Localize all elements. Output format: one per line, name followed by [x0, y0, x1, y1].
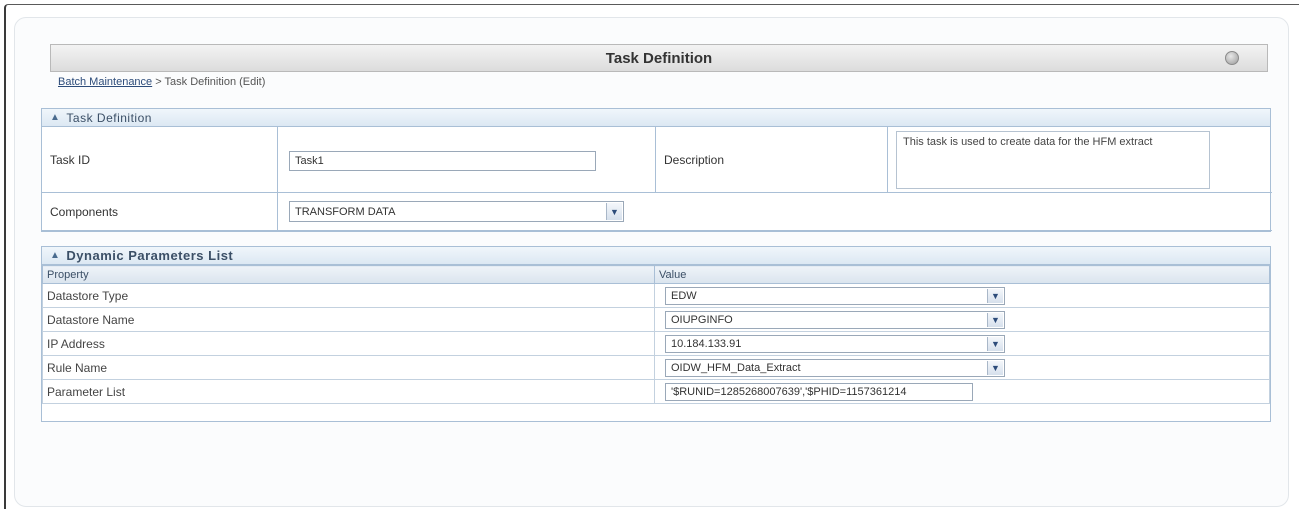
dynamic-parameters-section-header[interactable]: ▲ Dynamic Parameters List: [42, 247, 1270, 265]
breadcrumb-link-batch-maintenance[interactable]: Batch Maintenance: [58, 76, 152, 88]
value-cell: OIDW_HFM_Data_Extract ▼: [654, 355, 1270, 380]
task-definition-grid: Task ID Description This task is used to…: [42, 127, 1272, 231]
chevron-down-icon[interactable]: ▼: [987, 360, 1003, 375]
page-header: Task Definition: [50, 44, 1268, 72]
property-cell: Datastore Name: [42, 307, 655, 332]
components-select[interactable]: TRANSFORM DATA ▼: [289, 201, 624, 222]
components-label: Components: [42, 193, 278, 231]
task-id-input[interactable]: [289, 151, 596, 171]
property-cell: Rule Name: [42, 355, 655, 380]
chevron-down-icon[interactable]: ▼: [606, 203, 622, 220]
collapse-icon[interactable]: ▲: [50, 250, 60, 261]
task-definition-section-header[interactable]: ▲ Task Definition: [42, 109, 1270, 127]
value-cell: 10.184.133.91 ▼: [654, 331, 1270, 356]
table-row: Datastore Name OIUPGINFO ▼: [42, 307, 1270, 332]
datastore-type-select[interactable]: EDW ▼: [665, 286, 1005, 305]
breadcrumb-separator: >: [155, 76, 162, 88]
rule-name-select[interactable]: OIDW_HFM_Data_Extract ▼: [665, 358, 1005, 377]
breadcrumb-current: Task Definition (Edit): [164, 76, 266, 88]
column-header-property: Property: [42, 265, 655, 284]
chevron-down-icon[interactable]: ▼: [987, 312, 1003, 327]
task-id-label: Task ID: [42, 127, 278, 193]
datastore-name-select[interactable]: OIUPGINFO ▼: [665, 310, 1005, 329]
value-cell: OIUPGINFO ▼: [654, 307, 1270, 332]
collapse-icon[interactable]: ▲: [50, 112, 60, 123]
page-title: Task Definition: [605, 49, 713, 67]
table-row: Datastore Type EDW ▼: [42, 283, 1270, 308]
description-textarea[interactable]: This task is used to create data for the…: [896, 131, 1210, 189]
property-cell: IP Address: [42, 331, 655, 356]
value-cell: EDW ▼: [654, 283, 1270, 308]
section-title: Dynamic Parameters List: [66, 248, 234, 263]
select-value: OIDW_HFM_Data_Extract: [671, 361, 801, 374]
select-value: EDW: [671, 289, 697, 302]
parameters-table: Property Value Datastore Type EDW ▼ Data…: [42, 265, 1270, 404]
table-row: IP Address 10.184.133.91 ▼: [42, 331, 1270, 356]
table-row: Parameter List: [42, 379, 1270, 404]
property-cell: Datastore Type: [42, 283, 655, 308]
chevron-down-icon[interactable]: ▼: [987, 288, 1003, 303]
table-row: Rule Name OIDW_HFM_Data_Extract ▼: [42, 355, 1270, 380]
section-title: Task Definition: [66, 110, 152, 125]
description-label: Description: [656, 127, 888, 193]
breadcrumb: Batch Maintenance > Task Definition (Edi…: [58, 76, 265, 88]
ip-address-select[interactable]: 10.184.133.91 ▼: [665, 334, 1005, 353]
parameter-list-input[interactable]: [665, 382, 973, 401]
property-cell: Parameter List: [42, 379, 655, 404]
value-cell: [654, 379, 1270, 404]
select-value: OIUPGINFO: [671, 313, 733, 326]
task-definition-section: ▲ Task Definition Task ID Description Th…: [41, 108, 1272, 232]
chevron-down-icon[interactable]: ▼: [987, 336, 1003, 351]
dynamic-parameters-section: ▲ Dynamic Parameters List Property Value…: [41, 246, 1271, 422]
components-select-value: TRANSFORM DATA: [295, 205, 396, 218]
column-header-value: Value: [654, 265, 1270, 284]
select-value: 10.184.133.91: [671, 337, 742, 350]
help-icon[interactable]: [1225, 51, 1239, 65]
